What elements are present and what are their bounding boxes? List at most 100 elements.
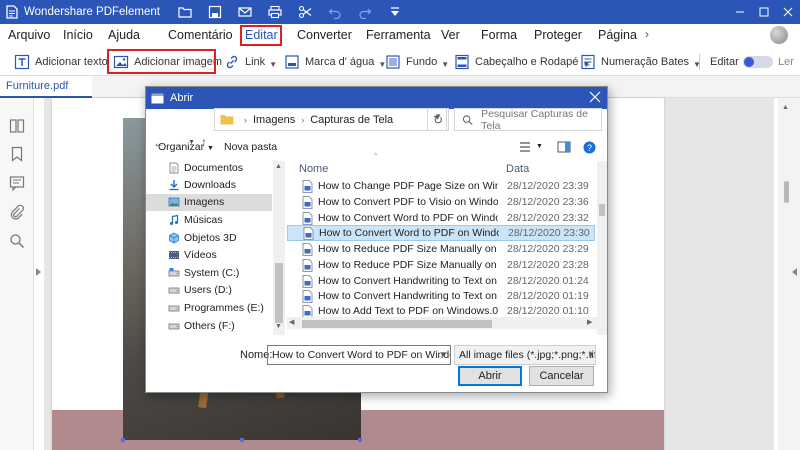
menu-proteger[interactable]: Proteger	[534, 27, 582, 44]
avatar[interactable]	[770, 26, 788, 44]
scrollbar-thumb[interactable]	[784, 181, 789, 203]
collapse-right-panel-icon[interactable]	[792, 268, 797, 276]
tab-furniture-pdf[interactable]: Furniture.pdf	[0, 76, 92, 98]
menu-forma[interactable]: Forma	[481, 27, 517, 44]
menu-more-icon[interactable]: ›	[645, 27, 649, 41]
filetype-dropdown-icon[interactable]: ▼	[587, 350, 595, 359]
collapse-left-panel-icon[interactable]	[36, 268, 41, 276]
nav-item-system-c[interactable]: System (C:)	[168, 265, 239, 280]
cancel-button[interactable]: Cancelar	[529, 366, 594, 386]
save-icon[interactable]	[208, 5, 222, 19]
search-input[interactable]: Pesquisar Capturas de Tela	[454, 108, 602, 132]
nav-scroll-up-icon[interactable]: ▲	[275, 163, 282, 170]
link-dropdown-icon[interactable]: ▼	[269, 60, 277, 69]
quick-access-dropdown-icon[interactable]	[388, 5, 402, 19]
menu-ver[interactable]: Ver	[441, 27, 460, 44]
close-icon[interactable]	[776, 0, 800, 24]
nav-scroll-down-icon[interactable]: ▼	[275, 323, 282, 330]
scroll-left-icon[interactable]: ◀	[289, 318, 294, 326]
menu-converter[interactable]: Converter	[297, 27, 352, 44]
menu-ajuda[interactable]: Ajuda	[108, 27, 140, 44]
file-row[interactable]: How to Convert Handwriting to Text on Wi…	[287, 288, 595, 304]
selection-handle[interactable]	[121, 438, 125, 442]
header-footer-button[interactable]: Cabeçalho e Rodapé ▼	[454, 52, 590, 71]
search-icon[interactable]	[9, 233, 25, 249]
view-dropdown-icon[interactable]: ▼	[536, 143, 543, 150]
column-header-date[interactable]: Data	[506, 163, 529, 175]
folder-icon[interactable]	[178, 5, 192, 19]
filename-input[interactable]: How to Convert Word to PDF on Windows.	[267, 345, 451, 365]
menu-arquivo[interactable]: Arquivo	[8, 27, 50, 44]
print-icon[interactable]	[268, 5, 282, 19]
filetype-select[interactable]: All image files (*.jpg;*.png;*.tif;*	[454, 345, 596, 365]
nav-item-label: Objetos 3D	[184, 231, 237, 244]
background-button[interactable]: Fundo ▼	[385, 52, 449, 71]
nav-item-users-d[interactable]: Users (D:)	[168, 282, 232, 297]
selection-handle[interactable]	[240, 438, 244, 442]
file-list-scrollbar-thumb[interactable]	[599, 204, 605, 216]
mail-icon[interactable]	[238, 5, 252, 19]
file-name: How to Convert Word to PDF on Windows.00…	[318, 212, 498, 224]
scroll-right-icon[interactable]: ▶	[587, 318, 592, 326]
undo-icon[interactable]	[328, 5, 342, 19]
dialog-title-bar: Abrir	[146, 87, 607, 109]
bookmark-icon[interactable]	[9, 146, 25, 162]
comment-icon[interactable]	[9, 175, 25, 192]
file-list-scrollbar[interactable]	[597, 161, 607, 335]
organize-button[interactable]: Organizar ▼	[158, 141, 214, 153]
file-row[interactable]: How to Convert Handwriting to Text on Wi…	[287, 273, 595, 289]
refresh-button[interactable]: ↻	[427, 108, 449, 131]
breadcrumb-imagens[interactable]: Imagens	[253, 114, 295, 126]
nav-item-programmes-e[interactable]: Programmes (E:)	[168, 300, 264, 315]
nav-item-videos[interactable]: Vídeos	[168, 247, 217, 262]
nav-item-imagens[interactable]: Imagens	[168, 194, 224, 209]
maximize-icon[interactable]	[752, 0, 776, 24]
view-options-icon[interactable]	[519, 141, 533, 153]
svg-text:?: ?	[587, 143, 592, 153]
nav-pane-scrollbar-thumb[interactable]	[275, 263, 283, 323]
attachment-icon[interactable]	[9, 204, 25, 220]
toggle-knob	[744, 57, 754, 67]
preview-pane-icon[interactable]	[557, 141, 571, 153]
file-row-selected[interactable]: How to Convert Word to PDF on Windows.00…	[287, 225, 595, 241]
file-row[interactable]: How to Convert PDF to Visio on Windows.0…	[287, 194, 595, 210]
file-row[interactable]: How to Reduce PDF Size Manually on Windo…	[287, 257, 595, 273]
read-label: Ler	[778, 55, 794, 68]
link-button[interactable]: Link ▼	[224, 52, 277, 71]
breadcrumb-capturas[interactable]: Capturas de Tela	[310, 114, 393, 126]
file-row[interactable]: How to Change PDF Page Size on Windows.0…	[287, 178, 595, 194]
redo-icon[interactable]	[358, 5, 372, 19]
watermark-button[interactable]: Marca d' água ▼	[284, 52, 386, 71]
nav-item-downloads[interactable]: Downloads	[168, 177, 236, 192]
horizontal-scrollbar-thumb[interactable]	[302, 320, 492, 328]
column-header-name[interactable]: Nome	[299, 163, 328, 175]
nav-item-others-f[interactable]: Others (F:)	[168, 318, 235, 333]
selection-handle[interactable]	[358, 438, 362, 442]
dialog-close-icon[interactable]	[589, 91, 601, 103]
nav-item-objetos-3d[interactable]: Objetos 3D	[168, 230, 237, 245]
menu-ferramenta[interactable]: Ferramenta	[366, 27, 431, 44]
scroll-up-icon[interactable]: ▲	[782, 104, 789, 111]
menu-comentario[interactable]: Comentário	[168, 27, 233, 44]
address-bar[interactable]: › Imagens › Capturas de Tela ▼	[214, 108, 447, 131]
nav-item-musicas[interactable]: Músicas	[168, 212, 223, 227]
add-text-button[interactable]: Adicionar texto	[14, 52, 108, 71]
filename-dropdown-icon[interactable]: ▼	[440, 350, 448, 359]
bates-numbering-button[interactable]: Numeração Bates ▼	[580, 52, 701, 71]
menu-inicio[interactable]: Início	[63, 27, 93, 44]
nav-item-documentos[interactable]: Documentos	[168, 160, 243, 175]
scissors-icon[interactable]	[298, 5, 312, 19]
file-row[interactable]: How to Convert Word to PDF on Windows.00…	[287, 210, 595, 226]
menu-pagina[interactable]: Página	[598, 27, 637, 44]
file-row[interactable]: How to Reduce PDF Size Manually on Windo…	[287, 241, 595, 257]
edit-read-toggle[interactable]	[743, 56, 773, 68]
minimize-icon[interactable]	[728, 0, 752, 24]
nav-item-label: Programmes (E:)	[184, 301, 264, 314]
background-dropdown-icon[interactable]: ▼	[441, 60, 449, 69]
open-button[interactable]: Abrir	[458, 366, 522, 386]
help-icon[interactable]: ?	[583, 141, 596, 154]
music-icon	[168, 214, 180, 226]
file-name: How to Reduce PDF Size Manually on Windo…	[318, 243, 498, 255]
thumbnails-icon[interactable]	[9, 118, 25, 134]
new-folder-button[interactable]: Nova pasta	[224, 141, 277, 153]
